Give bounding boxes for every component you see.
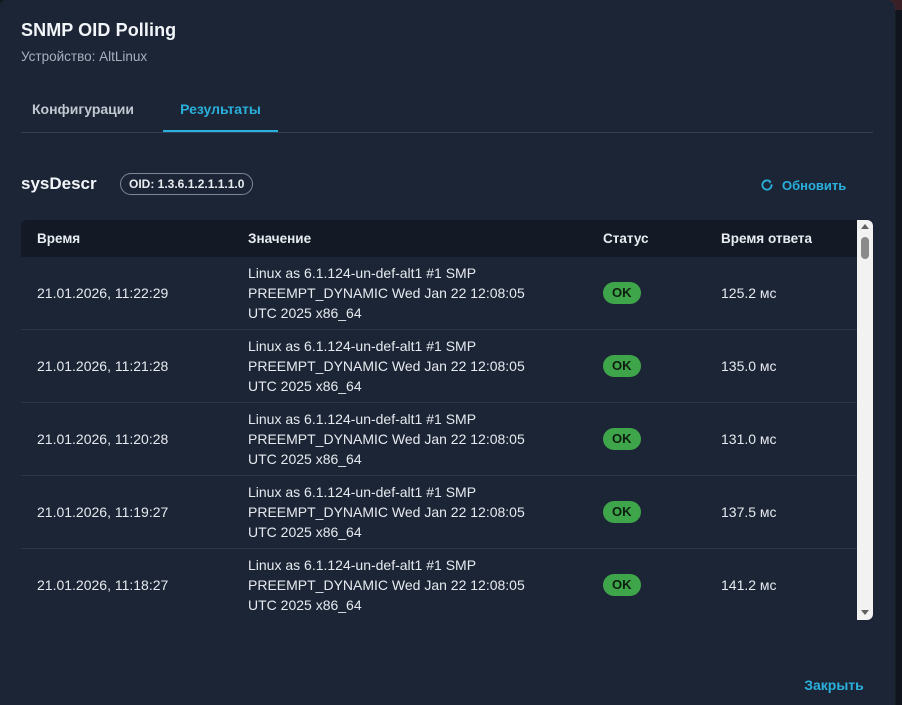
cell-status: OK (603, 282, 641, 304)
cell-value: Linux as 6.1.124-un-def-alt1 #1 SMP PREE… (248, 409, 568, 469)
cell-response-time: 141.2 мс (721, 577, 777, 593)
table-row: 21.01.2026, 11:22:29 Linux as 6.1.124-un… (21, 257, 857, 330)
cell-status: OK (603, 574, 641, 596)
results-table: Время Значение Статус Время ответа 21.01… (21, 220, 873, 620)
column-header-value: Значение (248, 231, 312, 246)
cell-status: OK (603, 355, 641, 377)
cell-response-time: 131.0 мс (721, 431, 777, 447)
value-line: PREEMPT_DYNAMIC Wed Jan 22 12:08:05 (248, 285, 525, 301)
value-line: UTC 2025 x86_64 (248, 451, 362, 467)
cell-value: Linux as 6.1.124-un-def-alt1 #1 SMP PREE… (248, 555, 568, 615)
value-line: UTC 2025 x86_64 (248, 378, 362, 394)
status-badge: OK (603, 282, 641, 304)
value-line: PREEMPT_DYNAMIC Wed Jan 22 12:08:05 (248, 504, 525, 520)
value-line: UTC 2025 x86_64 (248, 597, 362, 613)
table-row: 21.01.2026, 11:21:28 Linux as 6.1.124-un… (21, 330, 857, 403)
cell-time: 21.01.2026, 11:21:28 (37, 358, 169, 374)
cell-time: 21.01.2026, 11:19:27 (37, 504, 169, 520)
cell-value: Linux as 6.1.124-un-def-alt1 #1 SMP PREE… (248, 482, 568, 542)
cell-value: Linux as 6.1.124-un-def-alt1 #1 SMP PREE… (248, 336, 568, 396)
scroll-up-arrow-icon[interactable] (861, 224, 869, 229)
value-line: PREEMPT_DYNAMIC Wed Jan 22 12:08:05 (248, 358, 525, 374)
status-badge: OK (603, 355, 641, 377)
oid-name: sysDescr (21, 174, 97, 193)
table-body[interactable]: 21.01.2026, 11:22:29 Linux as 6.1.124-un… (21, 257, 857, 620)
cell-response-time: 135.0 мс (721, 358, 777, 374)
oid-chip: OID: 1.3.6.1.2.1.1.1.0 (120, 173, 254, 195)
cell-time: 21.01.2026, 11:18:27 (37, 577, 169, 593)
value-line: Linux as 6.1.124-un-def-alt1 #1 SMP (248, 338, 477, 354)
table-row: 21.01.2026, 11:20:28 Linux as 6.1.124-un… (21, 403, 857, 476)
cell-value: Linux as 6.1.124-un-def-alt1 #1 SMP PREE… (248, 263, 568, 323)
tab-bar: Конфигурации Результаты (21, 88, 873, 133)
tab-results[interactable]: Результаты (163, 88, 278, 132)
value-line: UTC 2025 x86_64 (248, 524, 362, 540)
cell-response-time: 125.2 мс (721, 285, 777, 301)
refresh-button[interactable]: Обновить (760, 176, 846, 194)
cell-status: OK (603, 501, 641, 523)
scrollbar-thumb[interactable] (861, 237, 869, 259)
column-header-time: Время (37, 231, 81, 246)
value-line: Linux as 6.1.124-un-def-alt1 #1 SMP (248, 265, 477, 281)
refresh-icon (760, 178, 774, 192)
snmp-polling-dialog: SNMP OID Polling Устройство: AltLinux Ко… (0, 0, 895, 705)
status-badge: OK (603, 574, 641, 596)
value-line: UTC 2025 x86_64 (248, 305, 362, 321)
close-button[interactable]: Закрыть (795, 674, 873, 696)
cell-time: 21.01.2026, 11:22:29 (37, 285, 169, 301)
column-header-response-time: Время ответа (721, 231, 813, 246)
cell-time: 21.01.2026, 11:20:28 (37, 431, 169, 447)
table-header: Время Значение Статус Время ответа (21, 220, 857, 257)
scroll-down-arrow-icon[interactable] (861, 610, 869, 615)
column-header-status: Статус (603, 231, 649, 246)
tab-configurations[interactable]: Конфигурации (21, 88, 145, 131)
table-row: 21.01.2026, 11:19:27 Linux as 6.1.124-un… (21, 476, 857, 549)
refresh-label: Обновить (782, 177, 847, 193)
dialog-title: SNMP OID Polling (21, 20, 177, 40)
cell-status: OK (603, 428, 641, 450)
dialog-subtitle: Устройство: AltLinux (21, 49, 148, 64)
value-line: PREEMPT_DYNAMIC Wed Jan 22 12:08:05 (248, 577, 525, 593)
value-line: PREEMPT_DYNAMIC Wed Jan 22 12:08:05 (248, 431, 525, 447)
table-scrollbar[interactable] (857, 220, 873, 620)
status-badge: OK (603, 428, 641, 450)
status-badge: OK (603, 501, 641, 523)
value-line: Linux as 6.1.124-un-def-alt1 #1 SMP (248, 557, 477, 573)
cell-response-time: 137.5 мс (721, 504, 777, 520)
value-line: Linux as 6.1.124-un-def-alt1 #1 SMP (248, 411, 477, 427)
value-line: Linux as 6.1.124-un-def-alt1 #1 SMP (248, 484, 477, 500)
table-row: 21.01.2026, 11:18:27 Linux as 6.1.124-un… (21, 549, 857, 620)
